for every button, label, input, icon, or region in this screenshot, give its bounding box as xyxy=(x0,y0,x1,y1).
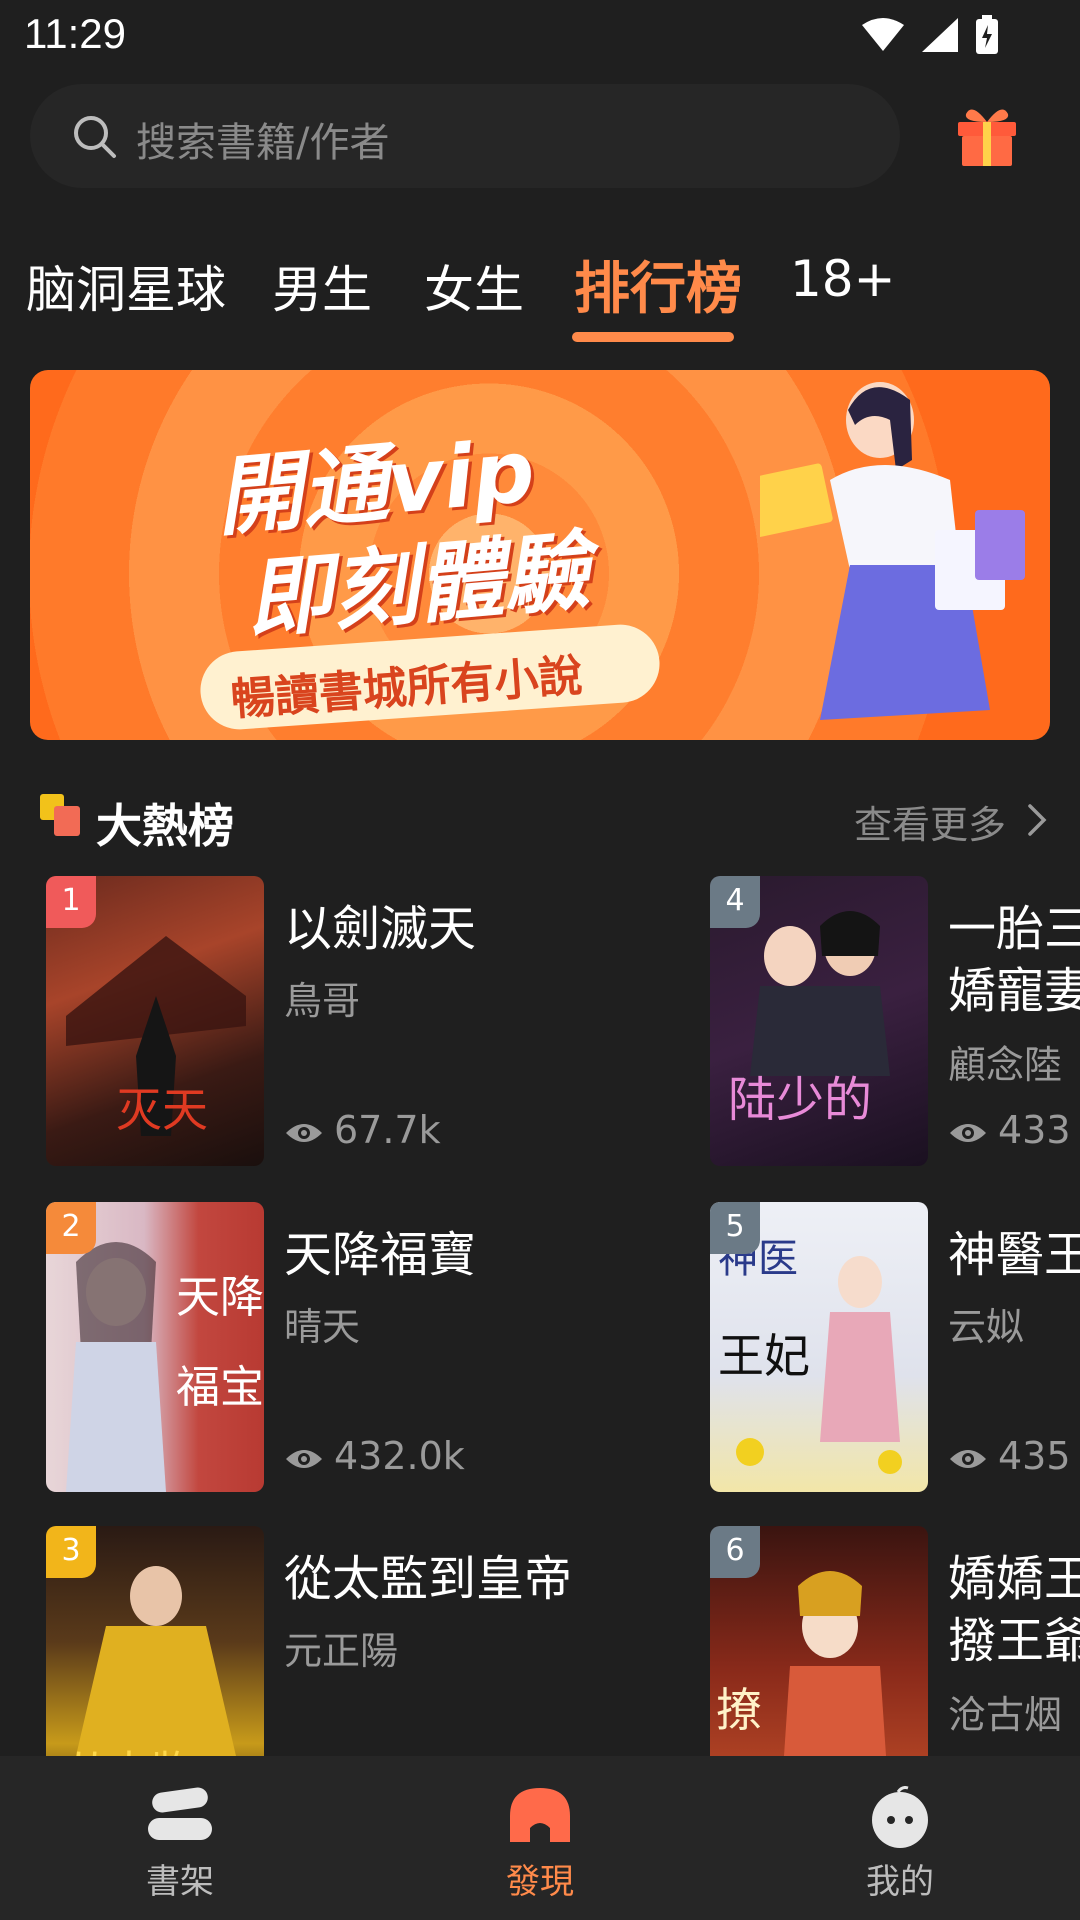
nav-label: 書架 xyxy=(146,1862,214,1902)
search-bar[interactable]: 搜索書籍/作者 xyxy=(30,84,900,188)
discover-icon xyxy=(510,1788,570,1842)
rank-badge: 5 xyxy=(710,1202,760,1254)
book-title: 天降福寶 xyxy=(284,1227,477,1283)
svg-text:撩: 撩 xyxy=(716,1683,762,1737)
nav-label: 發現 xyxy=(506,1862,574,1902)
book-ranking-list: 灭天 1 以劍滅天 鳥哥 67.7k 天降 福宝 2 天降福寶 晴天 432.0… xyxy=(0,876,1080,1756)
eye-icon xyxy=(286,1123,322,1142)
book-view-count: 433 xyxy=(998,1108,1071,1152)
status-time: 11:29 xyxy=(24,10,126,57)
book-views: 435 xyxy=(948,1434,1071,1478)
rank-badge: 3 xyxy=(46,1526,96,1578)
bookshelf-icon xyxy=(148,1787,212,1840)
book-view-count: 67.7k xyxy=(334,1108,441,1152)
rank-badge: 4 xyxy=(710,876,760,928)
book-author: 顧念陸 xyxy=(948,1043,1063,1087)
section-icon-front xyxy=(54,806,80,836)
eye-icon xyxy=(286,1449,322,1468)
section-title: 大熱榜 xyxy=(96,799,234,853)
eye-icon xyxy=(950,1449,986,1468)
book-item[interactable]: 从太监 3 從太監到皇帝 元正陽 xyxy=(46,1526,686,1756)
battery-icon xyxy=(976,15,998,54)
book-author: 沧古烟 xyxy=(948,1693,1063,1737)
book-title: 以劍滅天 xyxy=(284,901,477,957)
book-title: 嬌嬌王 撥王爺 xyxy=(948,1551,1080,1669)
shopping-girl-illustration xyxy=(760,382,1025,720)
eye-icon xyxy=(950,1123,986,1142)
rank-badge: 2 xyxy=(46,1202,96,1254)
tab-male[interactable]: 男生 xyxy=(272,250,372,322)
book-author: 晴天 xyxy=(284,1305,361,1349)
book-view-count: 435 xyxy=(998,1434,1071,1478)
rank-badge: 1 xyxy=(46,876,96,928)
book-title: 神醫王 xyxy=(948,1227,1080,1283)
wifi-icon xyxy=(862,18,904,51)
banner-subtitle: 暢讀書城所有小說 xyxy=(229,650,585,726)
book-author: 鳥哥 xyxy=(284,979,361,1023)
chevron-right-icon[interactable] xyxy=(1024,800,1050,840)
status-bar: 11:29 xyxy=(0,0,1080,75)
view-more-link[interactable]: 查看更多 xyxy=(854,794,1006,849)
book-item[interactable]: 撩 6 嬌嬌王 撥王爺 沧古烟 xyxy=(710,1526,1080,1756)
book-views: 67.7k xyxy=(284,1108,441,1152)
tab-female[interactable]: 女生 xyxy=(424,250,524,322)
svg-text:王妃: 王妃 xyxy=(718,1329,810,1383)
tab-brain-planet[interactable]: 脑洞星球 xyxy=(26,250,226,322)
status-icons xyxy=(860,14,1000,56)
svg-text:陆少的: 陆少的 xyxy=(728,1072,872,1128)
signal-icon xyxy=(922,18,958,52)
svg-text:天降: 天降 xyxy=(176,1272,264,1323)
book-item[interactable]: 神医 王妃 5 神醫王 云姒 435 xyxy=(710,1202,1080,1492)
book-title: 從太監到皇帝 xyxy=(284,1551,573,1607)
nav-profile[interactable]: 我的 xyxy=(800,1756,1000,1920)
search-icon xyxy=(74,116,116,158)
tab-indicator xyxy=(572,332,734,342)
bottom-nav: 書架 發現 我的 xyxy=(0,1756,1080,1920)
book-views: 432.0k xyxy=(284,1434,465,1478)
nav-label: 我的 xyxy=(866,1862,934,1902)
book-item[interactable]: 灭天 1 以劍滅天 鳥哥 67.7k xyxy=(46,876,686,1166)
book-title: 一胎三 嬌寵妻 xyxy=(948,901,1080,1019)
rank-badge: 6 xyxy=(710,1526,760,1578)
book-views: 433 xyxy=(948,1108,1071,1152)
nav-bookshelf[interactable]: 書架 xyxy=(80,1756,280,1920)
svg-text:灭天: 灭天 xyxy=(116,1083,208,1137)
svg-text:福宝: 福宝 xyxy=(176,1362,264,1413)
nav-discover[interactable]: 發現 xyxy=(440,1756,640,1920)
book-author: 元正陽 xyxy=(284,1629,399,1673)
category-tabs: 脑洞星球 男生 女生 排行榜 18+ xyxy=(0,250,1080,350)
tab-ranking[interactable]: 排行榜 xyxy=(574,244,742,325)
book-author: 云姒 xyxy=(948,1305,1025,1349)
book-item[interactable]: 天降 福宝 2 天降福寶 晴天 432.0k xyxy=(46,1202,686,1492)
book-item[interactable]: 陆少的 4 一胎三 嬌寵妻 顧念陸 433 xyxy=(710,876,1080,1166)
search-placeholder: 搜索書籍/作者 xyxy=(136,120,390,166)
profile-icon xyxy=(872,1786,928,1848)
svg-text:从太监: 从太监 xyxy=(66,1747,192,1756)
book-view-count: 432.0k xyxy=(334,1434,465,1478)
hot-ranking-header: 大熱榜 查看更多 xyxy=(40,790,1050,853)
tab-adult[interactable]: 18+ xyxy=(790,250,896,308)
gift-icon[interactable] xyxy=(952,100,1022,170)
vip-banner[interactable]: 開通vip 即刻體驗 暢讀書城所有小說 xyxy=(30,370,1050,740)
